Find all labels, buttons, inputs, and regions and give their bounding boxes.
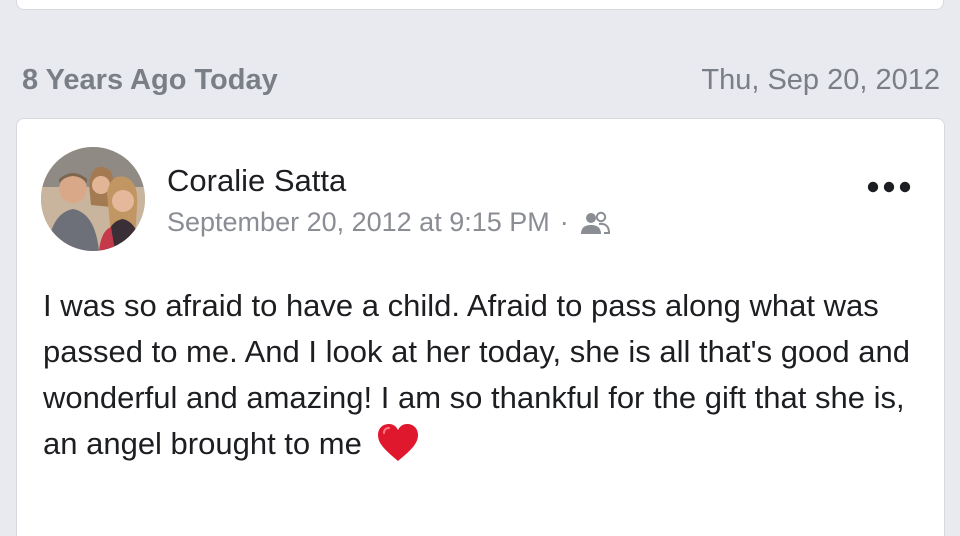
meta-separator: · [559,207,569,237]
friends-icon[interactable] [579,210,611,236]
memory-label: 8 Years Ago Today [22,63,278,96]
memory-header: 8 Years Ago Today Thu, Sep 20, 2012 [22,58,940,102]
avatar-photo [41,147,145,251]
author-name[interactable]: Coralie Satta [167,163,346,199]
red-heart-icon [376,423,420,463]
memories-page: 8 Years Ago Today Thu, Sep 20, 2012 Cora… [0,0,960,536]
avatar[interactable] [41,147,145,251]
post-text: I was so afraid to have a child. Afraid … [43,283,933,467]
more-options-button[interactable] [866,175,912,199]
post-card: Coralie Satta September 20, 2012 at 9:15… [16,118,945,536]
previous-card [16,0,944,10]
post-body: I was so afraid to have a child. Afraid … [43,288,911,461]
post-meta: September 20, 2012 at 9:15 PM · [167,207,611,238]
memory-date: Thu, Sep 20, 2012 [701,63,940,96]
more-options-icon [867,181,911,193]
post-timestamp[interactable]: September 20, 2012 at 9:15 PM [167,207,550,238]
